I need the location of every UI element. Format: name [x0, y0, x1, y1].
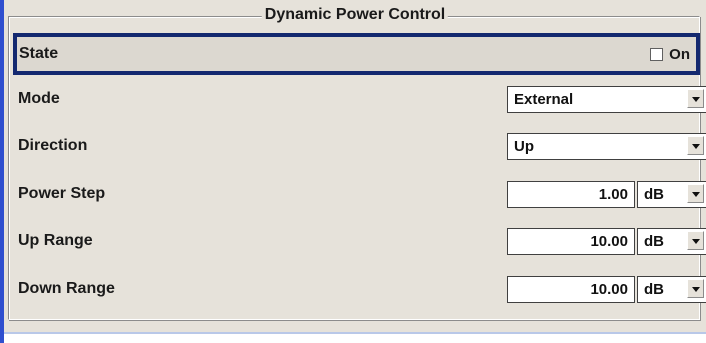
chevron-down-icon[interactable] [687, 89, 704, 108]
up-range-unit: dB [644, 233, 664, 250]
power-step-value: 1.00 [598, 186, 628, 203]
dialog-window: Dynamic Power Control State On Mode Exte… [0, 0, 706, 343]
mode-row: Mode External [14, 79, 706, 119]
mode-value: External [514, 91, 574, 108]
down-range-unit-dropdown[interactable]: dB [637, 276, 706, 303]
chevron-down-icon[interactable] [687, 231, 704, 250]
down-range-unit: dB [644, 281, 664, 298]
down-range-input[interactable]: 10.00 [507, 276, 635, 303]
up-range-label: Up Range [18, 232, 93, 249]
chevron-down-icon[interactable] [687, 184, 704, 203]
mode-dropdown[interactable]: External [507, 86, 706, 113]
power-step-row: Power Step 1.00 dB [14, 174, 706, 214]
power-step-unit-dropdown[interactable]: dB [637, 181, 706, 208]
state-label: State [19, 45, 59, 62]
up-range-input[interactable]: 10.00 [507, 228, 635, 255]
power-step-label: Power Step [18, 185, 106, 202]
state-checkbox-control[interactable]: On [650, 45, 690, 63]
dynamic-power-control-panel: Dynamic Power Control State On Mode Exte… [4, 0, 706, 334]
state-on-label: On [669, 45, 690, 63]
up-range-value: 10.00 [590, 233, 628, 250]
chevron-down-icon[interactable] [687, 136, 704, 155]
state-row[interactable]: State On [13, 33, 700, 75]
up-range-unit-dropdown[interactable]: dB [637, 228, 706, 255]
direction-label: Direction [18, 137, 88, 154]
power-step-input[interactable]: 1.00 [507, 181, 635, 208]
chevron-down-icon[interactable] [687, 279, 704, 298]
state-on-checkbox[interactable] [650, 47, 664, 61]
down-range-label: Down Range [18, 280, 115, 297]
mode-label: Mode [18, 90, 60, 107]
group-title: Dynamic Power Control [261, 5, 449, 25]
power-step-unit: dB [644, 186, 664, 203]
down-range-value: 10.00 [590, 281, 628, 298]
down-range-row: Down Range 10.00 dB [14, 269, 706, 309]
direction-dropdown[interactable]: Up [507, 133, 706, 160]
direction-row: Direction Up [14, 126, 706, 166]
direction-value: Up [514, 138, 534, 155]
up-range-row: Up Range 10.00 dB [14, 221, 706, 261]
